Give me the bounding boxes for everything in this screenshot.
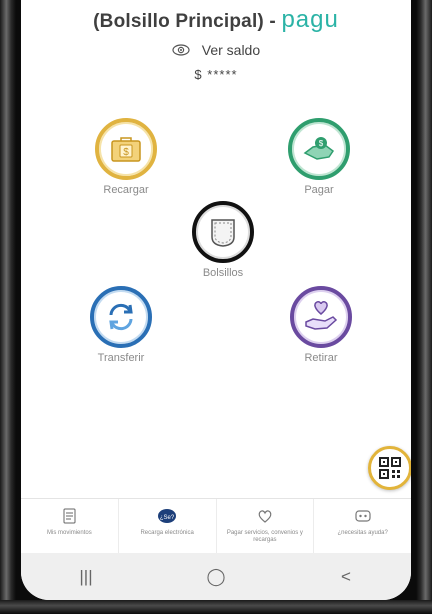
retirar-circle xyxy=(290,286,352,348)
qr-code-icon xyxy=(379,457,401,479)
bolsillos-button[interactable]: Bolsillos xyxy=(178,201,268,279)
svg-text:¿Se?: ¿Se? xyxy=(160,515,175,521)
pocket-icon xyxy=(211,219,235,247)
document-icon xyxy=(63,508,76,524)
back-button[interactable]: < xyxy=(326,567,366,587)
pagar-circle: $ xyxy=(288,118,350,180)
recharge-icon: ¿Se? xyxy=(158,509,177,523)
wallet-recharge-icon: $ xyxy=(111,137,141,162)
recents-button[interactable]: ||| xyxy=(66,567,106,587)
nav-item-movimientos[interactable]: Mis movimientos xyxy=(21,499,119,553)
wallet-header: (Bolsillo Principal) - pagu Ver saldo $ … xyxy=(21,0,411,100)
balance-value: $ ***** xyxy=(194,67,238,82)
pocket-title: (Bolsillo Principal) - pagu xyxy=(21,6,411,34)
transferir-button[interactable]: Transferir xyxy=(76,286,166,364)
phone-bezel-right xyxy=(416,0,432,614)
qr-scan-button[interactable] xyxy=(368,446,411,490)
brand-logo: pagu xyxy=(281,6,339,33)
nav-item-ayuda[interactable]: ¿necesitas ayuda? xyxy=(314,499,411,553)
recargar-circle: $ xyxy=(95,118,157,180)
pagar-button[interactable]: $ Pagar xyxy=(274,118,364,196)
show-balance-label: Ver saldo xyxy=(201,42,261,58)
bolsillos-label: Bolsillos xyxy=(202,267,244,279)
show-balance-toggle[interactable]: Ver saldo xyxy=(21,42,411,58)
retirar-label: Retirar xyxy=(304,352,338,364)
transferir-circle xyxy=(90,286,152,348)
hand-heart-icon xyxy=(305,301,338,330)
phone-bezel-left xyxy=(0,0,16,614)
eye-icon xyxy=(172,44,190,56)
hand-pay-icon: $ xyxy=(303,137,335,160)
bottom-nav: Mis movimientos ¿Se? Recarga electrónica xyxy=(21,498,411,553)
transferir-label: Transferir xyxy=(97,352,145,364)
nav-label-recarga-electronica: Recarga electrónica xyxy=(140,530,194,536)
nav-item-recarga-electronica[interactable]: ¿Se? Recarga electrónica xyxy=(119,499,217,553)
pay-heart-icon xyxy=(258,510,272,523)
transfer-icon xyxy=(109,303,133,331)
nav-item-pagar-servicios[interactable]: Pagar servicios, convenios y recargas xyxy=(217,499,315,553)
svg-text:$: $ xyxy=(319,139,324,148)
recargar-button[interactable]: $ Recargar xyxy=(81,118,171,196)
bolsillos-circle xyxy=(192,201,254,263)
app-screen: (Bolsillo Principal) - pagu Ver saldo $ … xyxy=(21,0,411,600)
recargar-label: Recargar xyxy=(103,184,149,196)
nav-label-pagar-servicios: Pagar servicios, convenios y recargas xyxy=(226,530,303,543)
svg-text:$: $ xyxy=(123,147,129,158)
pagar-label: Pagar xyxy=(304,184,334,196)
system-nav-bar: ||| ◯ < xyxy=(21,553,411,600)
phone-bezel-bottom xyxy=(0,600,432,614)
help-icon xyxy=(355,510,371,522)
home-button[interactable]: ◯ xyxy=(196,567,236,587)
phone-device: (Bolsillo Principal) - pagu Ver saldo $ … xyxy=(0,0,432,614)
nav-label-ayuda: ¿necesitas ayuda? xyxy=(337,530,388,536)
nav-label-movimientos: Mis movimientos xyxy=(47,530,92,536)
pocket-title-text: (Bolsillo Principal) - xyxy=(93,11,276,32)
retirar-button[interactable]: Retirar xyxy=(276,286,366,364)
